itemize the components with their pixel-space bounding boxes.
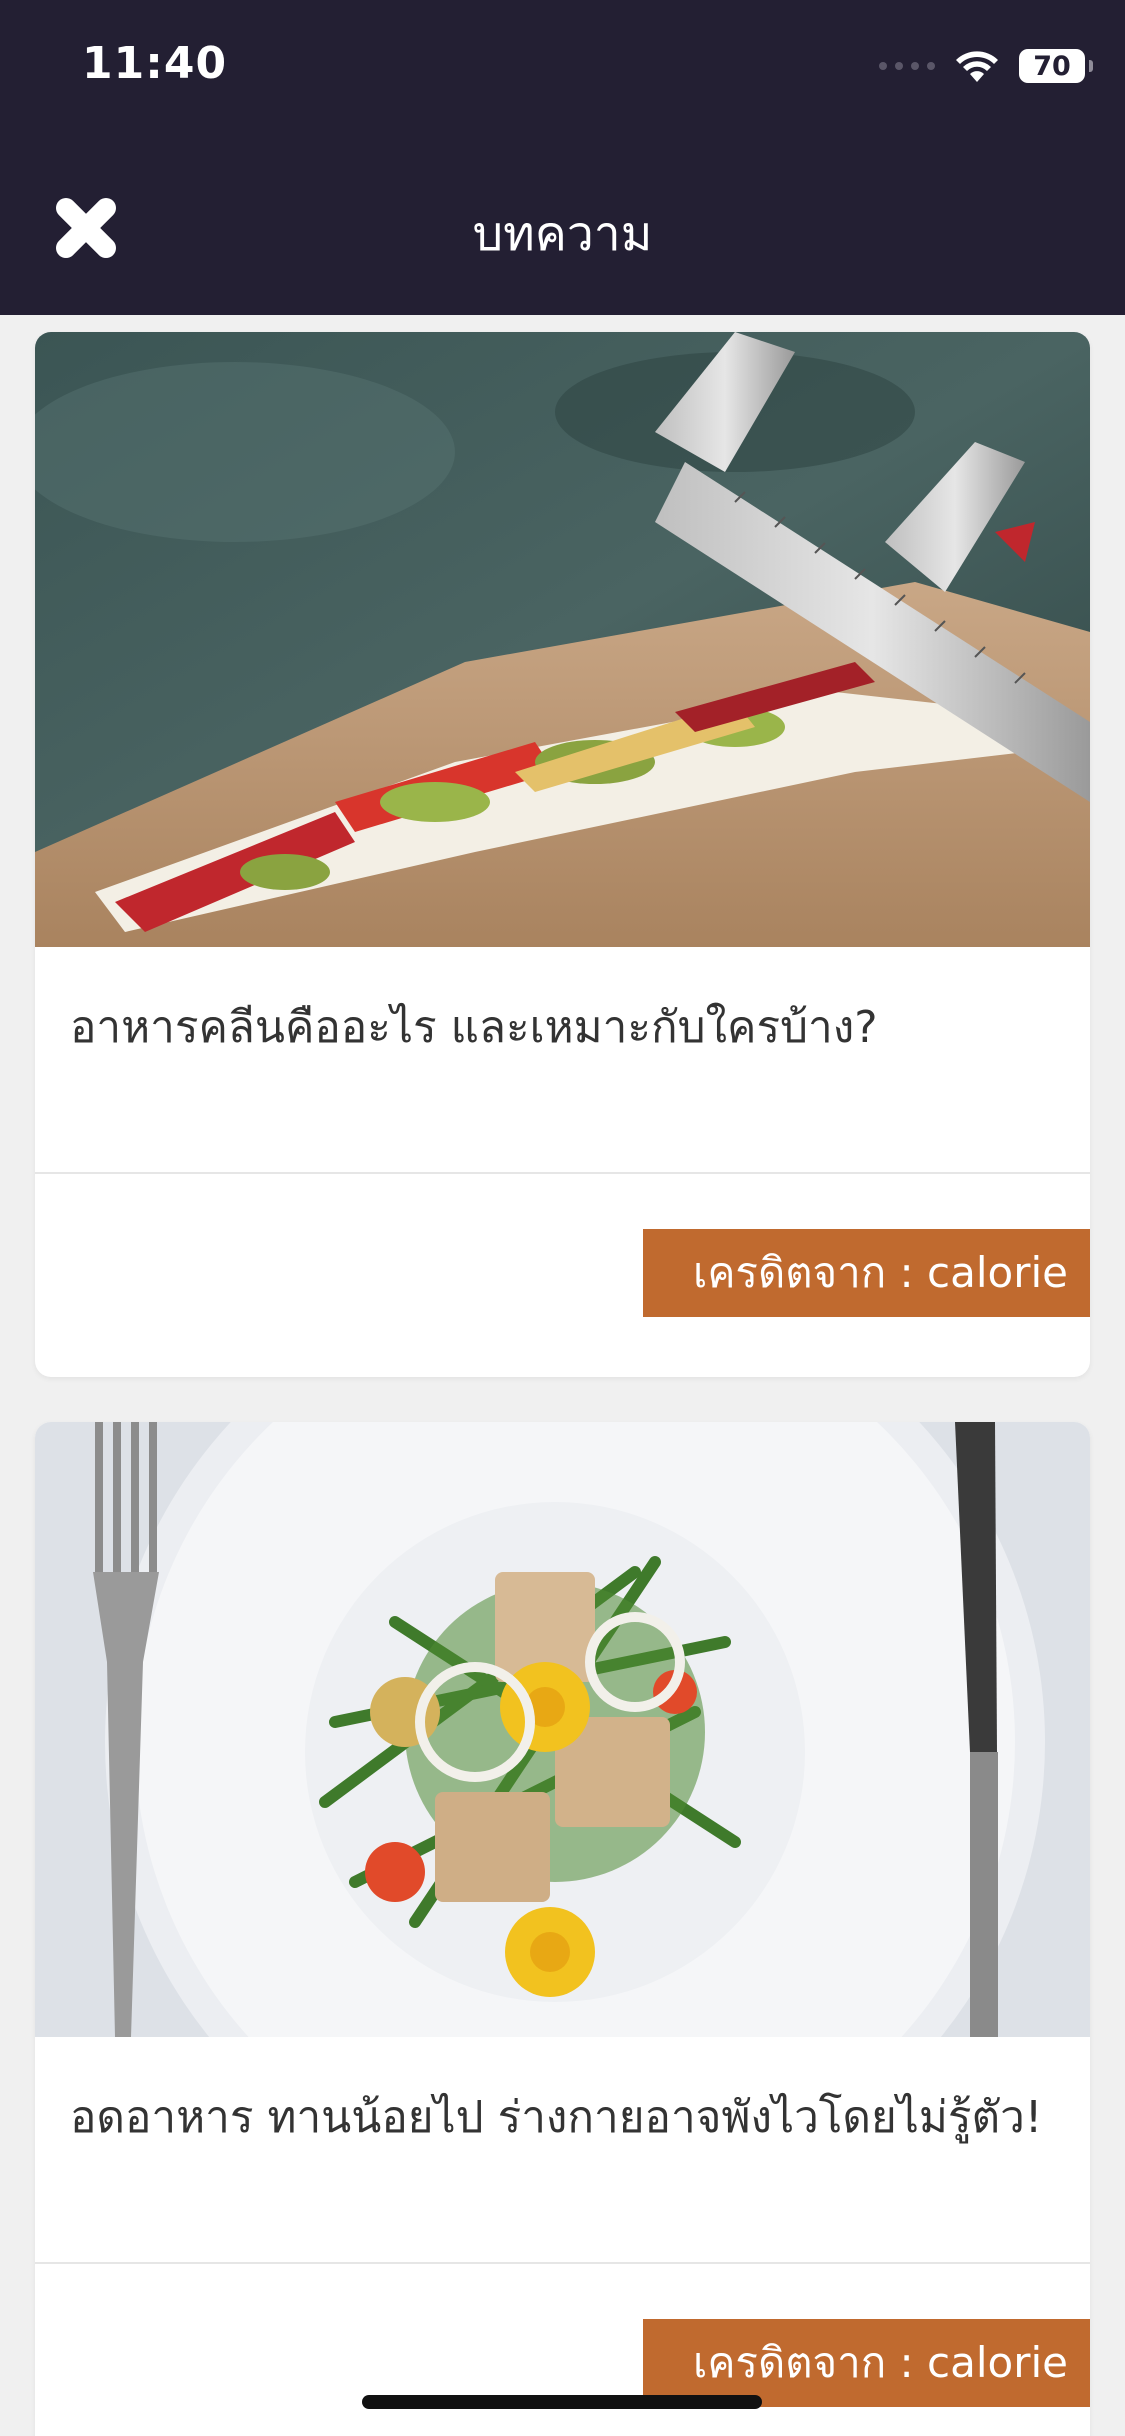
article-card[interactable]: อดอาหาร ทานน้อยไป ร่างกายอาจพังไวโดยไม่ร… <box>35 1422 1090 2436</box>
article-list: อาหารคลีนคืออะไร และเหมาะกับใครบ้าง? เคร… <box>0 315 1125 2436</box>
credit-badge: เครดิตจาก : calorie <box>642 2319 1090 2407</box>
wifi-icon <box>956 51 998 82</box>
article-card[interactable]: อาหารคลีนคืออะไร และเหมาะกับใครบ้าง? เคร… <box>35 332 1090 1377</box>
article-title: อดอาหาร ทานน้อยไป ร่างกายอาจพังไวโดยไม่ร… <box>70 2092 1043 2143</box>
cellular-signal-icon <box>879 62 935 70</box>
article-image <box>35 332 1090 947</box>
battery-level: 70 <box>1033 50 1071 82</box>
divider <box>35 2262 1090 2264</box>
status-time: 11:40 <box>82 38 228 89</box>
credit-badge: เครดิตจาก : calorie <box>642 1229 1090 1317</box>
battery-icon: 70 <box>1019 49 1093 83</box>
page-title: บทความ <box>472 206 653 262</box>
divider <box>35 1172 1090 1174</box>
app-header: 11:40 70 บทความ <box>0 0 1125 315</box>
status-indicators: 70 <box>879 48 1093 84</box>
article-image <box>35 1422 1090 2037</box>
home-indicator[interactable] <box>362 2395 762 2409</box>
article-title: อาหารคลีนคืออะไร และเหมาะกับใครบ้าง? <box>70 1002 878 1053</box>
